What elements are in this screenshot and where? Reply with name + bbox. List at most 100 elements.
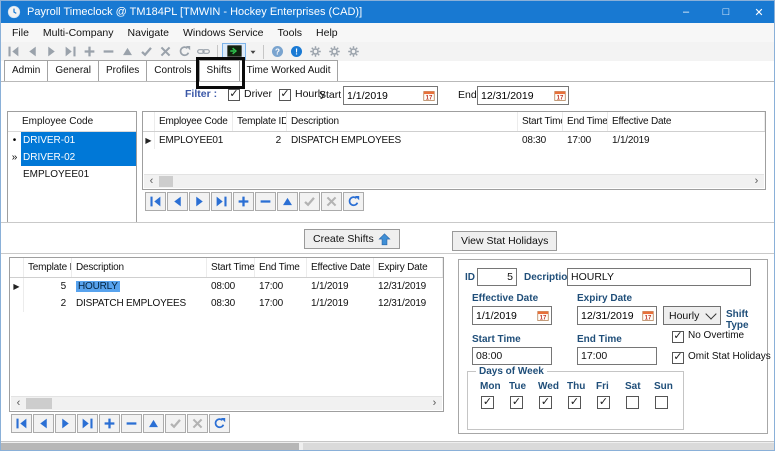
nav-refresh-button[interactable] (209, 414, 230, 433)
expiry-date-calendar-icon[interactable]: 17 (640, 309, 655, 323)
table-row[interactable]: ▶5HOURLY08:0017:001/1/201912/31/2019 (10, 278, 443, 295)
toolbar-post-icon[interactable] (137, 43, 156, 60)
effective-date-input[interactable] (473, 309, 535, 323)
list-item[interactable]: •DRIVER-01 (8, 132, 136, 149)
toolbar-delete-icon[interactable] (99, 43, 118, 60)
toolbar-first-icon[interactable] (4, 43, 23, 60)
nav-delete-button[interactable] (121, 414, 142, 433)
day-checkbox-sun[interactable] (655, 396, 668, 409)
nav-add-button[interactable] (233, 192, 254, 211)
view-stat-holidays-button[interactable]: View Stat Holidays (452, 231, 557, 251)
nav-prev-button[interactable] (167, 192, 188, 211)
list-item[interactable]: »DRIVER-02 (8, 149, 136, 166)
close-button[interactable]: ✕ (742, 1, 775, 23)
toolbar-last-icon[interactable] (61, 43, 80, 60)
table-row[interactable]: 2DISPATCH EMPLOYEES08:3017:001/1/201912/… (10, 295, 443, 312)
toolbar-refresh-icon[interactable] (175, 43, 194, 60)
toolbar-dropdown-arrow-icon[interactable] (246, 43, 259, 60)
nav-post-button[interactable] (299, 192, 320, 211)
grid-cell[interactable]: 2 (24, 295, 72, 312)
toolbar-edit-icon[interactable] (118, 43, 137, 60)
tab-controls[interactable]: Controls (146, 60, 199, 81)
driver-checkbox[interactable] (228, 89, 240, 101)
menu-help[interactable]: Help (309, 25, 345, 41)
toolbar-help-icon[interactable]: ? (268, 43, 287, 60)
grid-cell[interactable]: 1/1/2019 (307, 295, 374, 312)
employee-list-header[interactable]: Employee Code (8, 112, 136, 132)
day-checkbox-mon[interactable] (481, 396, 494, 409)
table-row[interactable]: ▶EMPLOYEE012DISPATCH EMPLOYEES08:3017:00… (143, 132, 765, 149)
day-checkbox-tue[interactable] (510, 396, 523, 409)
tab-general[interactable]: General (47, 60, 99, 81)
scroll-right-arrow-icon[interactable]: › (428, 397, 441, 410)
column-header-effective-date[interactable]: Effective Date (608, 112, 765, 131)
end-time-field[interactable] (577, 347, 657, 365)
hourly-checkbox[interactable] (279, 89, 291, 101)
grid-cell[interactable]: DISPATCH EMPLOYEES (287, 132, 518, 149)
toolbar-link-icon[interactable] (194, 43, 213, 60)
horizontal-scrollbar[interactable]: ‹› (144, 174, 764, 188)
grid-cell[interactable]: 08:00 (207, 278, 255, 295)
menu-multi-company[interactable]: Multi-Company (36, 25, 121, 41)
column-header-template-id[interactable]: Template ID (233, 112, 287, 131)
nav-refresh-button[interactable] (343, 192, 364, 211)
column-header-end-time[interactable]: End Time (563, 112, 608, 131)
end-date-calendar-icon[interactable]: 17 (552, 89, 567, 103)
create-shifts-button[interactable]: Create Shifts (304, 229, 400, 249)
grid-cell[interactable]: EMPLOYEE01 (155, 132, 233, 149)
nav-last-button[interactable] (211, 192, 232, 211)
column-header-description[interactable]: Description (72, 258, 207, 277)
no-overtime-checkbox[interactable] (672, 331, 684, 343)
maximize-button[interactable]: □ (706, 1, 746, 23)
scroll-left-arrow-icon[interactable]: ‹ (145, 175, 158, 188)
scrollbar-thumb[interactable] (159, 176, 173, 187)
tab-shifts[interactable]: Shifts (199, 60, 240, 81)
grid-cell[interactable]: 5 (24, 278, 72, 295)
day-checkbox-fri[interactable] (597, 396, 610, 409)
scrollbar-thumb[interactable] (26, 398, 52, 409)
nav-post-button[interactable] (165, 414, 186, 433)
nav-add-button[interactable] (99, 414, 120, 433)
column-header-employee-code[interactable]: Employee Code (155, 112, 233, 131)
toolbar-gear-icon[interactable] (344, 43, 363, 60)
start-date-input[interactable] (344, 89, 421, 103)
grid-cell[interactable]: HOURLY (72, 278, 207, 295)
column-header-description[interactable]: Description (287, 112, 518, 131)
toolbar-cancel-icon[interactable] (156, 43, 175, 60)
start-date-calendar-icon[interactable]: 17 (421, 89, 436, 103)
effective-date-calendar-icon[interactable]: 17 (535, 309, 550, 323)
shift-type-dropdown[interactable]: Hourly (663, 306, 721, 325)
nav-first-button[interactable] (11, 414, 32, 433)
tab-time-worked-audit[interactable]: Time Worked Audit (239, 60, 339, 81)
tab-admin[interactable]: Admin (4, 60, 48, 81)
grid-cell[interactable]: 12/31/2019 (374, 278, 443, 295)
menu-tools[interactable]: Tools (271, 25, 310, 41)
nav-prev-button[interactable] (33, 414, 54, 433)
nav-last-button[interactable] (77, 414, 98, 433)
toolbar-next-icon[interactable] (42, 43, 61, 60)
scroll-right-arrow-icon[interactable]: › (750, 175, 763, 188)
nav-first-button[interactable] (145, 192, 166, 211)
grid-cell[interactable]: 1/1/2019 (608, 132, 765, 149)
toolbar-gear-icon[interactable] (325, 43, 344, 60)
id-field[interactable] (477, 268, 517, 286)
grid-cell[interactable]: 08:30 (518, 132, 563, 149)
description-field[interactable] (567, 268, 751, 286)
nav-delete-button[interactable] (255, 192, 276, 211)
toolbar-info-icon[interactable]: ! (287, 43, 306, 60)
grid-cell[interactable]: 08:30 (207, 295, 255, 312)
column-header-end-time[interactable]: End Time (255, 258, 307, 277)
day-checkbox-wed[interactable] (539, 396, 552, 409)
list-item[interactable]: EMPLOYEE01 (8, 166, 136, 183)
column-header-template-id[interactable]: Template ID (24, 258, 72, 277)
nav-next-button[interactable] (55, 414, 76, 433)
toolbar-prev-icon[interactable] (23, 43, 42, 60)
toolbar-gear-icon[interactable] (306, 43, 325, 60)
toolbar-terminal-icon[interactable] (222, 43, 246, 60)
column-header-effective-date[interactable]: Effective Date (307, 258, 374, 277)
nav-next-button[interactable] (189, 192, 210, 211)
tab-profiles[interactable]: Profiles (98, 60, 147, 81)
menu-file[interactable]: File (5, 25, 36, 41)
nav-edit-button[interactable] (143, 414, 164, 433)
nav-cancel-button[interactable] (187, 414, 208, 433)
